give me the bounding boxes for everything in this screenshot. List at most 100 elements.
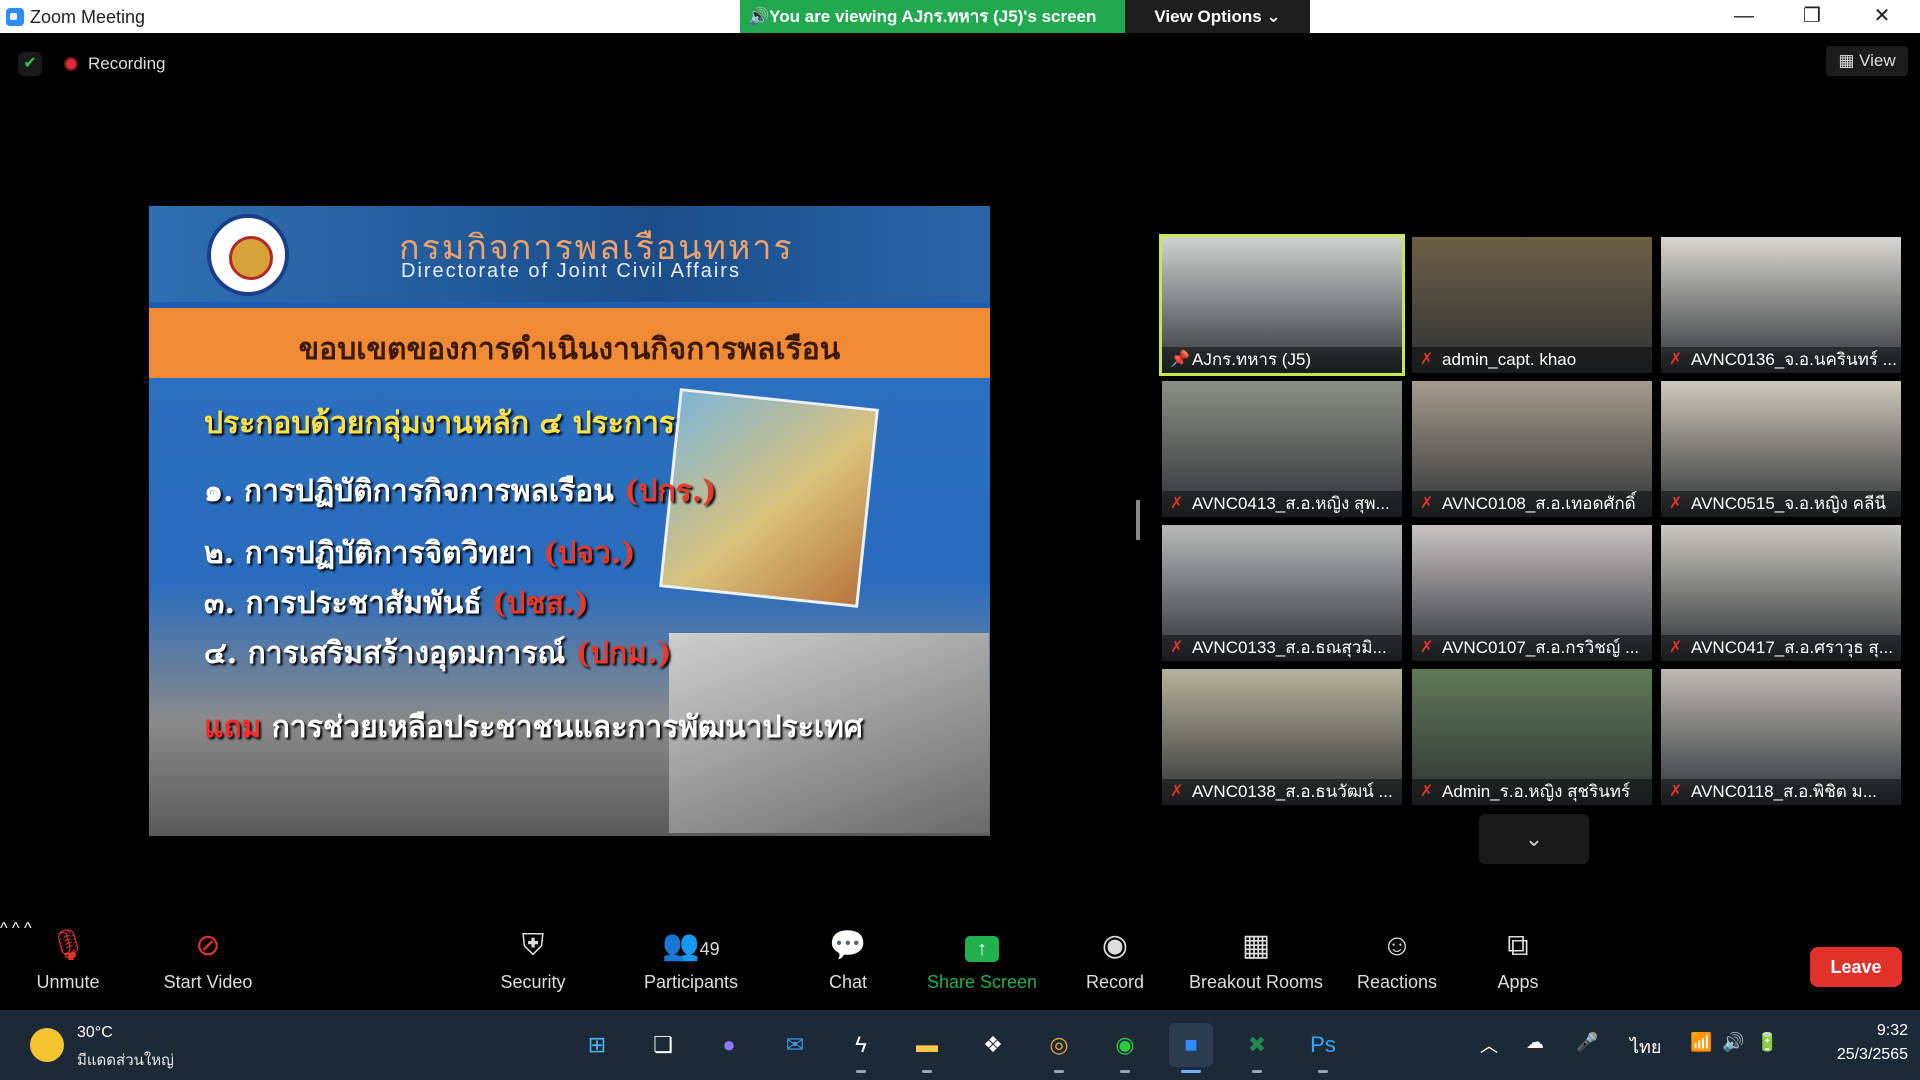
slide-item: ๒. การปฏิบัติการจิตวิทยา (ปจว.) xyxy=(204,530,636,577)
zoom-app-icon xyxy=(6,8,24,26)
viewing-screen-banner: 🔊You are viewing AJกร.ทหาร (J5)'s screen xyxy=(740,0,1125,33)
breakout-rooms-button[interactable]: ▦ Breakout Rooms xyxy=(1186,920,1326,1010)
windows-taskbar: 30°C มีแดดส่วนใหญ่ ⊞ ❏ ● ✉ ϟ ▬ ❖ ◎ ◉ ■ ✖… xyxy=(0,1010,1920,1080)
restore-button[interactable]: ❐ xyxy=(1782,0,1842,33)
start-icon[interactable]: ⊞ xyxy=(575,1023,619,1067)
minimize-button[interactable]: — xyxy=(1714,0,1774,33)
participant-name: AVNC0118_ส.อ.พิชิต ม... xyxy=(1661,779,1901,805)
chrome-icon[interactable]: ◎ xyxy=(1037,1023,1081,1073)
slide-item-abbr: (ปจว.) xyxy=(543,536,636,571)
participant-tile[interactable]: AVNC0118_ส.อ.พิชิต ม... ✗ xyxy=(1661,669,1901,805)
view-label: View xyxy=(1859,51,1896,70)
apps-button[interactable]: ⧉ Apps xyxy=(1490,920,1546,1010)
share-screen-button[interactable]: ↑ Share Screen xyxy=(924,920,1040,1010)
encryption-shield-icon[interactable]: ✔ xyxy=(18,52,42,76)
task-view-icon[interactable]: ❏ xyxy=(641,1023,685,1067)
microphone-muted-icon: 🎙 xyxy=(48,929,88,962)
participants-options-caret-icon[interactable]: ^ xyxy=(12,920,20,937)
participant-tile[interactable]: AVNC0107_ส.อ.กรวิชญ์ ... ✗ xyxy=(1412,525,1652,661)
participant-tile[interactable]: AVNC0136_จ.อ.นครินทร์ ... ✗ xyxy=(1661,237,1901,373)
line-app-icon[interactable]: ◉ xyxy=(1103,1023,1147,1073)
slide-item: ๔. การเสริมสร้างอุดมการณ์ (ปกม.) xyxy=(204,630,672,677)
onedrive-cloud-icon[interactable]: ☁ xyxy=(1526,1032,1544,1053)
tray-overflow-chevron-icon[interactable]: ︿ xyxy=(1480,1032,1498,1058)
photoshop-icon[interactable]: Ps xyxy=(1301,1023,1345,1073)
split-view-divider[interactable] xyxy=(1136,500,1140,540)
apps-label: Apps xyxy=(1497,972,1539,992)
participant-tile[interactable]: AJกร.ทหาร (J5) 📌 xyxy=(1159,234,1405,376)
dropbox-icon[interactable]: ❖ xyxy=(971,1023,1015,1067)
slide-item: ๑. การปฏิบัติการกิจการพลเรือน (ปกร.) xyxy=(204,468,716,515)
chat-icon: 💬 xyxy=(829,929,867,962)
view-options-label: View Options xyxy=(1154,7,1262,26)
mail-icon[interactable]: ✉ xyxy=(773,1023,817,1067)
title-bar: Zoom Meeting 🔊You are viewing AJกร.ทหาร … xyxy=(0,0,1920,33)
zoom-icon[interactable]: ■ xyxy=(1169,1023,1213,1073)
excel-icon[interactable]: ✖ xyxy=(1235,1023,1279,1073)
participant-tile[interactable]: AVNC0413_ส.อ.หญิง สุพ... ✗ xyxy=(1162,381,1402,517)
wifi-icon[interactable]: 📶 xyxy=(1690,1032,1712,1053)
participant-tile[interactable]: AVNC0417_ส.อ.ศราวุธ สุ... ✗ xyxy=(1661,525,1901,661)
recording-label: Recording xyxy=(88,54,166,73)
unmute-button[interactable]: 🎙 Unmute xyxy=(22,920,114,1010)
microphone-muted-icon: ✗ xyxy=(1669,639,1683,656)
recording-indicator[interactable]: Recording xyxy=(64,52,166,76)
participant-name: AVNC0417_ส.อ.ศราวุธ สุ... xyxy=(1661,635,1901,661)
app-bolt-icon[interactable]: ϟ xyxy=(839,1023,883,1073)
clock-date[interactable]: 25/3/2565 xyxy=(1808,1046,1908,1064)
view-button[interactable]: ▦ View xyxy=(1826,46,1908,76)
slide-item-text: ๒. การปฏิบัติการจิตวิทยา xyxy=(204,536,533,571)
microphone-icon[interactable]: 🎤 xyxy=(1576,1032,1598,1053)
slide-item-text: ๓. การประชาสัมพันธ์ xyxy=(204,586,482,621)
start-video-button[interactable]: ⊘ Start Video xyxy=(150,920,266,1010)
recording-dot-icon xyxy=(64,57,78,71)
participant-name: AJกร.ทหาร (J5) xyxy=(1162,347,1402,373)
slide-subtitle: ประกอบด้วยกลุ่มงานหลัก ๔ ประการ xyxy=(204,406,676,441)
presentation-slide: กรมกิจการพลเรือนทหาร Directorate of Join… xyxy=(149,206,990,836)
start-video-label: Start Video xyxy=(163,972,253,992)
record-button[interactable]: ◉ Record xyxy=(1080,920,1150,1010)
slide-band-title: ขอบเขตของการดำเนินงานกิจการพลเรือน xyxy=(298,332,841,367)
participants-button[interactable]: 👥49 Participants xyxy=(636,920,746,1010)
participant-tile[interactable]: AVNC0515_จ.อ.หญิง คลีนี ✗ xyxy=(1661,381,1901,517)
teams-chat-icon[interactable]: ● xyxy=(707,1023,751,1067)
input-language[interactable]: ไทย xyxy=(1630,1032,1661,1061)
battery-icon[interactable]: 🔋 xyxy=(1756,1032,1778,1053)
file-explorer-icon[interactable]: ▬ xyxy=(905,1023,949,1073)
participant-tile[interactable]: AVNC0133_ส.อ.ธณสุวมิ... ✗ xyxy=(1162,525,1402,661)
weather-sun-icon[interactable] xyxy=(30,1028,64,1062)
chat-button[interactable]: 💬 Chat xyxy=(818,920,878,1010)
slide-body: ประกอบด้วยกลุ่มงานหลัก ๔ ประการ ๑. การปฏ… xyxy=(149,378,990,836)
slide-item-text: ๑. การปฏิบัติการกิจการพลเรือน xyxy=(204,474,614,509)
participant-name: AVNC0108_ส.อ.เทอดศักดิ์ xyxy=(1412,491,1652,517)
audio-options-caret-icon[interactable]: ^ xyxy=(0,920,8,937)
participant-tile[interactable]: AVNC0108_ส.อ.เทอดศักดิ์ ✗ xyxy=(1412,381,1652,517)
participants-icon: 👥49 xyxy=(662,929,720,962)
close-button[interactable]: ✕ xyxy=(1852,0,1912,33)
smiley-icon: ☺ xyxy=(1381,929,1413,962)
slide-title-english: Directorate of Joint Civil Affairs xyxy=(401,260,741,282)
slide-band: ขอบเขตของการดำเนินงานกิจการพลเรือน xyxy=(149,308,990,378)
clock-time[interactable]: 9:32 xyxy=(1828,1022,1908,1040)
shared-screen: กรมกิจการพลเรือนทหาร Directorate of Join… xyxy=(9,206,1130,836)
microphone-muted-icon: ✗ xyxy=(1170,783,1184,800)
participant-tile[interactable]: AVNC0138_ส.อ.ธนวัฒน์ ... ✗ xyxy=(1162,669,1402,805)
window-title: Zoom Meeting xyxy=(30,7,146,27)
meeting-toolbar: 🎙 Unmute ^ ⊘ Start Video ⛨ Security 👥49 … xyxy=(0,920,1920,1010)
record-icon: ◉ xyxy=(1101,929,1129,962)
participant-name: admin_capt. khao xyxy=(1412,347,1652,373)
weather-description[interactable]: มีแดดส่วนใหญ่ xyxy=(77,1048,174,1072)
security-button[interactable]: ⛨ Security xyxy=(490,920,576,1010)
leave-button[interactable]: Leave xyxy=(1810,947,1902,987)
participant-name: AVNC0133_ส.อ.ธณสุวมิ... xyxy=(1162,635,1402,661)
volume-icon[interactable]: 🔊 xyxy=(1722,1032,1744,1053)
department-seal-logo xyxy=(207,214,289,296)
reactions-button[interactable]: ☺ Reactions xyxy=(1354,920,1440,1010)
slide-extra-line: แถม การช่วยเหลือประชาชนและการพัฒนาประเทศ xyxy=(204,704,863,751)
gallery-next-page-button[interactable]: ⌄ xyxy=(1479,814,1589,864)
video-off-icon: ⊘ xyxy=(195,929,221,962)
weather-temperature[interactable]: 30°C xyxy=(77,1024,113,1042)
participant-tile[interactable]: admin_capt. khao ✗ xyxy=(1412,237,1652,373)
view-options-button[interactable]: View Options ⌄ xyxy=(1125,0,1310,33)
participant-tile[interactable]: Admin_ร.อ.หญิง สุชรินทร์ ✗ xyxy=(1412,669,1652,805)
